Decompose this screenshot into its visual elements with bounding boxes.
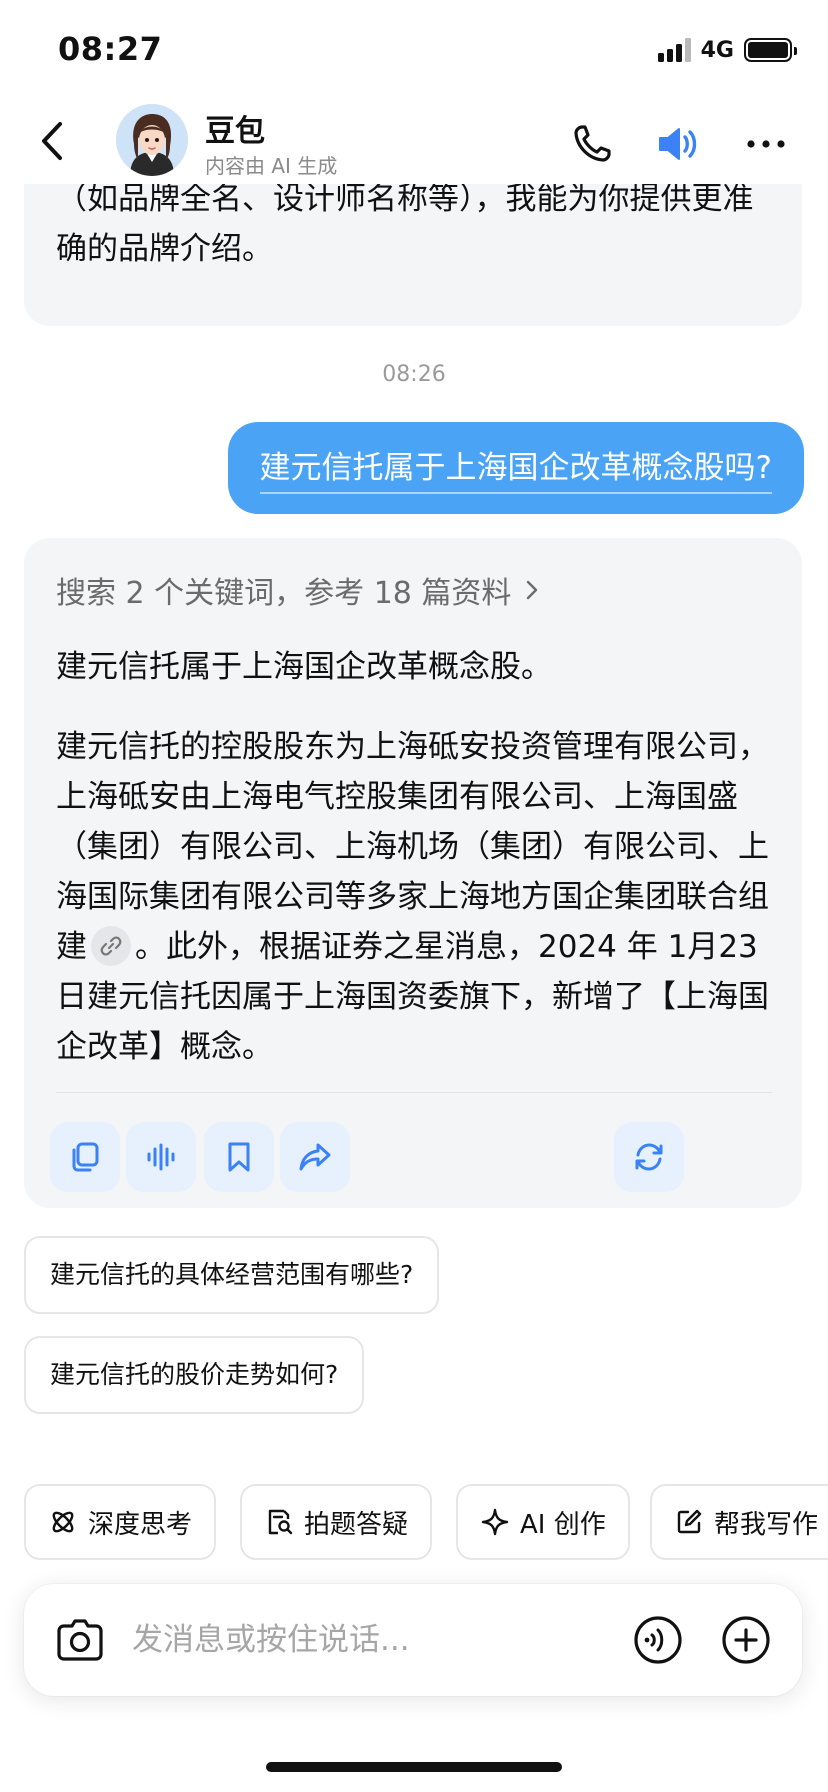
chat-header: 豆包 内容由 AI 生成	[0, 100, 828, 184]
status-bar: 08:27 4G	[0, 0, 828, 100]
answer-paragraph-2: 建元信托的控股股东为上海砥安投资管理有限公司，上海砥安由上海电气控股集团有限公司…	[56, 722, 772, 1072]
tool-label: 拍题答疑	[304, 1509, 409, 1540]
battery-icon	[744, 38, 797, 62]
tool-photo-question[interactable]: 拍题答疑	[240, 1484, 433, 1560]
tool-label: AI 创作	[520, 1509, 606, 1540]
status-indicators: 4G	[657, 36, 797, 64]
more-icon[interactable]	[742, 120, 790, 168]
tool-bar: 深度思考 拍题答疑 AI 创作 帮我写作	[0, 1484, 828, 1560]
refresh-icon	[635, 1143, 663, 1171]
answer-paragraph-1: 建元信托属于上海国企改革概念股。	[56, 649, 552, 685]
phone-icon[interactable]	[568, 120, 616, 168]
bookmark-button[interactable]	[204, 1122, 274, 1192]
previous-ai-message: 如果你想了解具体的皮鞋品牌，可以提供更多信息（如品牌全名、设计师名称等），我能为…	[24, 184, 802, 326]
bot-name: 豆包	[205, 114, 265, 149]
previous-ai-text: 如果你想了解具体的皮鞋品牌，可以提供更多信息（如品牌全名、设计师名称等），我能为…	[56, 184, 754, 267]
message-input[interactable]	[132, 1612, 532, 1668]
camera-icon[interactable]	[54, 1614, 106, 1666]
share-icon	[299, 1143, 331, 1171]
tool-deep-thinking[interactable]: 深度思考	[24, 1484, 217, 1560]
suggestion-chip[interactable]: 建元信托的具体经营范围有哪些?	[24, 1236, 440, 1314]
user-message-text: 建元信托属于上海国企改革概念股吗?	[259, 450, 772, 494]
back-icon[interactable]	[34, 116, 74, 166]
divider	[56, 1092, 772, 1093]
voice-wave-icon	[147, 1143, 175, 1171]
tool-label: 深度思考	[88, 1509, 193, 1540]
search-summary-text: 搜索 2 个关键词，参考 18 篇资料	[56, 576, 512, 611]
chat-list[interactable]: 如果你想了解具体的皮鞋品牌，可以提供更多信息（如品牌全名、设计师名称等），我能为…	[0, 184, 828, 1484]
link-icon[interactable]	[91, 925, 131, 966]
share-button[interactable]	[280, 1122, 350, 1192]
message-composer	[24, 1584, 802, 1696]
edit-icon	[677, 1509, 702, 1534]
signal-icon	[657, 38, 691, 62]
plus-icon[interactable]	[720, 1614, 772, 1666]
read-aloud-button[interactable]	[126, 1122, 196, 1192]
regenerate-button[interactable]	[614, 1122, 684, 1192]
atom-icon	[52, 1511, 74, 1533]
tool-label: 帮我写作	[714, 1509, 819, 1540]
copy-icon	[72, 1142, 99, 1172]
home-indicator[interactable]	[266, 1762, 562, 1772]
tool-help-write[interactable]: 帮我写作	[650, 1484, 828, 1560]
document-search-icon	[268, 1509, 293, 1535]
voice-call-icon[interactable]	[632, 1614, 684, 1666]
avatar[interactable]	[116, 104, 188, 176]
bookmark-icon	[228, 1142, 250, 1172]
search-summary[interactable]: 搜索 2 个关键词，参考 18 篇资料	[56, 568, 543, 612]
copy-button[interactable]	[50, 1122, 120, 1192]
tool-ai-create[interactable]: AI 创作	[456, 1484, 630, 1560]
ai-generated-label: 内容由 AI 生成	[205, 154, 338, 178]
sparkle-icon	[481, 1508, 509, 1536]
speaker-icon[interactable]	[654, 120, 702, 168]
chat-screen: 08:27 4G 豆包 内容由 AI 生成 （如品牌全名、设计师名称等），我能为…	[0, 0, 828, 1792]
answer-paragraph-2-part-b: 。此外，根据证券之星消息，2024 年 1月23日建元信托因属于上海国资委旗下，…	[56, 929, 769, 1065]
network-label: 4G	[700, 37, 734, 63]
suggestion-chip[interactable]: 建元信托的股价走势如何?	[24, 1336, 365, 1414]
ai-answer-card: 搜索 2 个关键词，参考 18 篇资料 建元信托属于上海国企改革概念股。 建元信…	[24, 538, 802, 1208]
status-time: 08:27	[58, 30, 163, 68]
message-timestamp: 08:26	[382, 362, 446, 387]
chevron-right-icon	[527, 580, 538, 600]
user-message[interactable]: 建元信托属于上海国企改革概念股吗?	[227, 422, 804, 514]
